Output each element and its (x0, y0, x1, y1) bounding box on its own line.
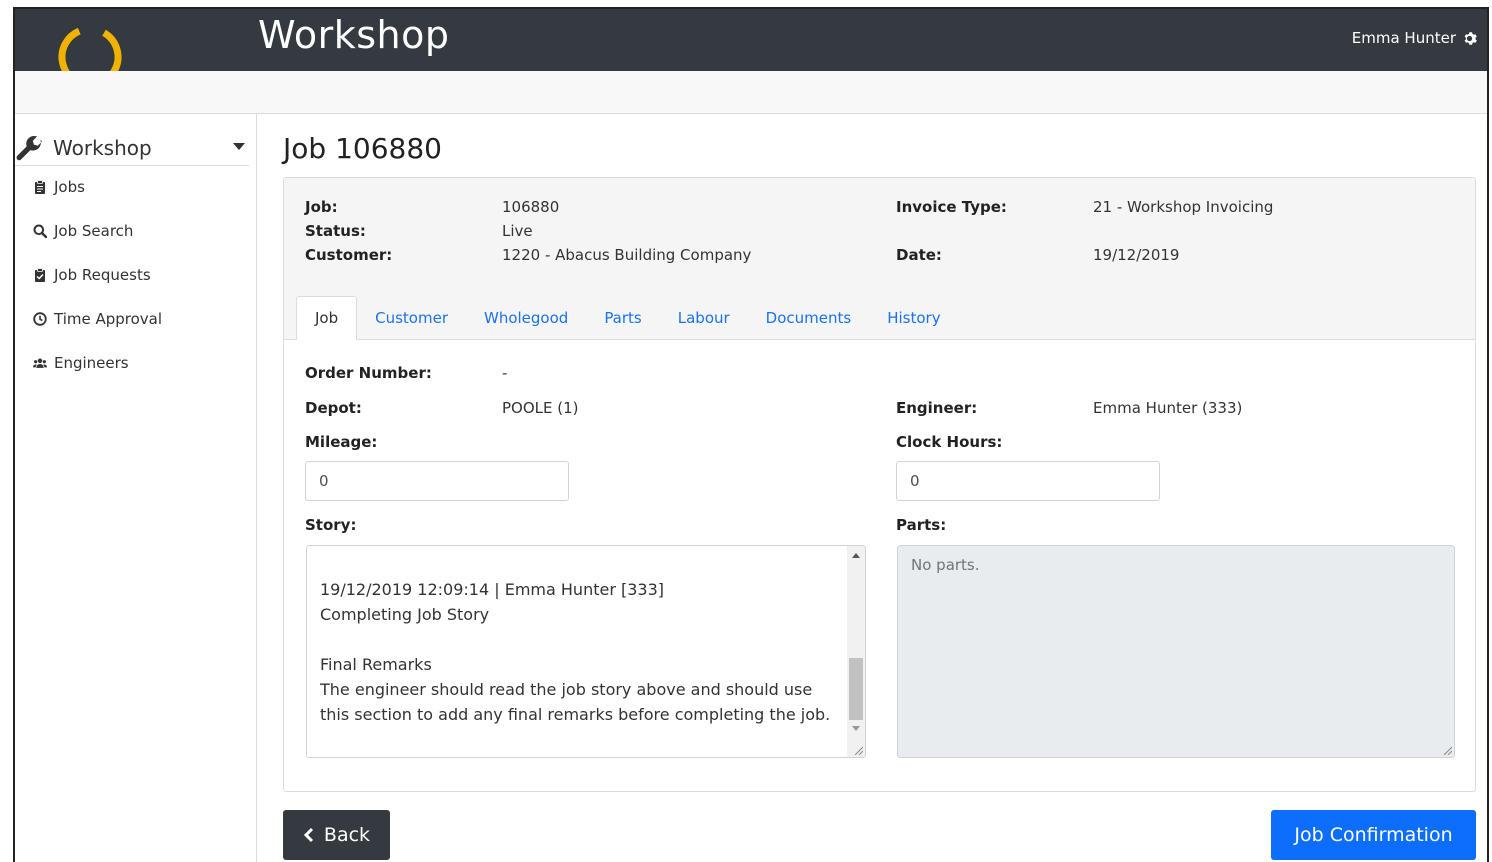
users-icon (33, 358, 47, 368)
page-title: Job 106880 (283, 132, 442, 165)
sidebar-item-time-approval[interactable]: Time Approval (33, 307, 162, 331)
parts-textarea: No parts. (897, 545, 1455, 758)
sub-header-bar (15, 71, 1487, 114)
sidebar-header-workshop[interactable]: Workshop (15, 130, 249, 166)
job-confirmation-button[interactable]: Job Confirmation (1271, 810, 1476, 860)
job-summary-header: Job: 106880 Status: Live Customer: 1220 … (284, 178, 1475, 340)
depot-value: POOLE (1) (502, 399, 579, 417)
date-value: 19/12/2019 (1093, 246, 1180, 264)
mileage-label: Mileage: (305, 433, 378, 451)
tab-parts[interactable]: Parts (586, 296, 659, 340)
tab-documents[interactable]: Documents (748, 296, 870, 340)
chevron-down-icon[interactable] (233, 143, 245, 150)
sidebar-item-job-search[interactable]: Job Search (33, 219, 133, 243)
sidebar-item-label: Job Search (54, 222, 134, 240)
main-content: Job 106880 Job: 106880 Status: Live Cust… (258, 114, 1487, 862)
story-scrollbar[interactable] (847, 546, 865, 757)
parts-value: No parts. (911, 556, 980, 574)
sidebar-item-label: Jobs (54, 178, 85, 196)
story-label: Story: (305, 516, 357, 534)
chevron-left-icon (303, 827, 313, 843)
mileage-input[interactable]: 0 (305, 461, 569, 501)
resize-handle-icon[interactable] (853, 745, 863, 755)
parts-label: Parts: (896, 516, 947, 534)
tab-job[interactable]: Job (296, 296, 358, 340)
resize-handle-icon[interactable] (1442, 745, 1452, 755)
invoice-type-label: Invoice Type: (896, 198, 1007, 216)
sidebar-item-job-requests[interactable]: Job Requests (33, 263, 151, 287)
sidebar-item-label: Time Approval (54, 310, 163, 328)
wrench-icon (16, 135, 42, 160)
sidebar-item-label: Engineers (54, 354, 129, 372)
engineer-value: Emma Hunter (333) (1093, 399, 1243, 417)
status-value: Live (502, 222, 533, 240)
app-title: Workshop (258, 13, 450, 57)
clipboard-icon (35, 180, 45, 194)
engineer-label: Engineer: (896, 399, 978, 417)
invoice-type-value: 21 - Workshop Invoicing (1093, 198, 1274, 216)
job-tabs: Job Customer Wholegood Parts Labour Docu… (296, 296, 959, 340)
story-textarea[interactable]: 19/12/2019 12:09:14 | Emma Hunter [333] … (306, 545, 866, 758)
user-menu[interactable]: Emma Hunter (1352, 29, 1477, 47)
order-number-value: - (502, 364, 508, 382)
job-label: Job: (305, 198, 338, 216)
sidebar-item-jobs[interactable]: Jobs (33, 175, 85, 199)
order-number-label: Order Number: (305, 364, 432, 382)
customer-value: 1220 - Abacus Building Company (502, 246, 752, 264)
scroll-thumb[interactable] (849, 658, 863, 720)
clock-hours-input[interactable]: 0 (896, 461, 1160, 501)
scroll-down-icon[interactable] (852, 726, 860, 731)
sidebar-header-label: Workshop (53, 135, 152, 160)
gear-icon[interactable] (1462, 31, 1477, 46)
scroll-up-icon[interactable] (852, 553, 860, 558)
customer-label: Customer: (305, 246, 393, 264)
tab-history[interactable]: History (869, 296, 958, 340)
clock-icon (33, 312, 47, 326)
clipboard-check-icon (35, 268, 45, 282)
date-label: Date: (896, 246, 942, 264)
tab-customer[interactable]: Customer (357, 296, 466, 340)
back-button[interactable]: Back (283, 810, 390, 860)
sidebar-item-label: Job Requests (54, 266, 151, 284)
sidebar: Workshop Jobs Job Search Job Requests Ti… (15, 114, 257, 862)
status-label: Status: (305, 222, 366, 240)
user-name: Emma Hunter (1351, 29, 1456, 47)
story-text: 19/12/2019 12:09:14 | Emma Hunter [333] … (320, 580, 831, 724)
job-card: Job: 106880 Status: Live Customer: 1220 … (283, 177, 1476, 792)
job-value: 106880 (502, 198, 560, 216)
sidebar-item-engineers[interactable]: Engineers (33, 351, 129, 375)
search-icon (33, 224, 47, 238)
tab-wholegood[interactable]: Wholegood (466, 296, 586, 340)
top-navbar: Workshop Emma Hunter (15, 9, 1487, 89)
tab-labour[interactable]: Labour (660, 296, 748, 340)
back-button-label: Back (323, 824, 371, 846)
clock-hours-label: Clock Hours: (896, 433, 1003, 451)
depot-label: Depot: (305, 399, 362, 417)
